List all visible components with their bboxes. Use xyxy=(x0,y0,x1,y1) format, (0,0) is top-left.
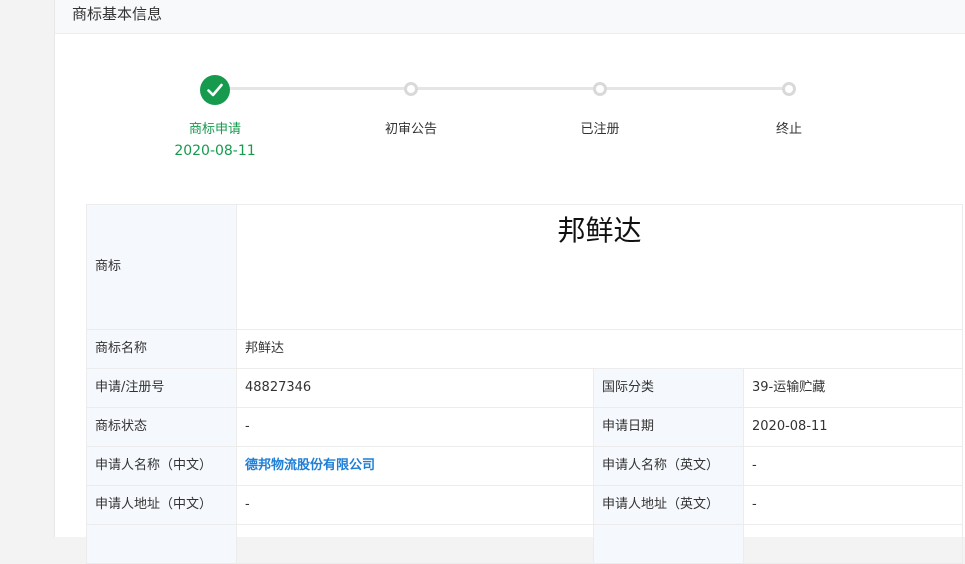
international-class-value: 39-运输贮藏 xyxy=(742,368,964,408)
section-title: 商标基本信息 xyxy=(72,5,163,23)
applicant-name-en-label: 申请人名称（英文） xyxy=(593,446,744,486)
step-dot-icon xyxy=(404,82,418,96)
application-date-label: 申请日期 xyxy=(593,407,744,447)
trademark-info-table: 商标 邦鲜达 商标名称 邦鲜达 申请/注册号 48827346 国际分类 39-… xyxy=(86,204,964,564)
trademark-name-label: 商标名称 xyxy=(86,329,237,369)
table-row: 申请/注册号 48827346 国际分类 39-运输贮藏 xyxy=(86,368,964,408)
table-row: 申请人名称（中文） 德邦物流股份有限公司 申请人名称（英文） - xyxy=(86,446,964,486)
registration-number-value: 48827346 xyxy=(236,368,594,408)
step-dot-icon xyxy=(782,82,796,96)
table-row: 商标 邦鲜达 xyxy=(86,204,964,330)
international-class-label: 国际分类 xyxy=(593,368,744,408)
progress-steps: 商标申请 2020-08-11 初审公告 已注册 终止 xyxy=(55,34,965,184)
progress-line xyxy=(228,87,790,90)
step-preliminary-announcement: 初审公告 xyxy=(341,34,481,184)
section-header: 商标基本信息 xyxy=(55,0,965,34)
trademark-label: 商标 xyxy=(86,204,237,330)
step-application: 商标申请 2020-08-11 xyxy=(145,34,285,184)
trademark-name-value: 邦鲜达 xyxy=(235,329,964,369)
step-date: 2020-08-11 xyxy=(174,143,256,159)
trademark-image: 邦鲜达 xyxy=(235,204,964,330)
check-circle-icon xyxy=(200,75,230,105)
trademark-image-text: 邦鲜达 xyxy=(557,214,642,247)
trademark-status-value: - xyxy=(236,407,594,447)
table-row: 商标状态 - 申请日期 2020-08-11 xyxy=(86,407,964,447)
applicant-name-en-value: - xyxy=(742,446,964,486)
applicant-name-cn-label: 申请人名称（中文） xyxy=(86,446,237,486)
applicant-address-en-value: - xyxy=(742,485,964,525)
table-row: 商标名称 邦鲜达 xyxy=(86,329,964,369)
applicant-name-cn-link[interactable]: 德邦物流股份有限公司 xyxy=(245,458,375,473)
step-label: 商标申请 xyxy=(188,122,241,137)
applicant-name-cn-cell: 德邦物流股份有限公司 xyxy=(236,446,594,486)
trademark-info-page: 商标基本信息 商标申请 2020-08-11 初审公告 已注册 终止 商标 邦鲜… xyxy=(54,0,965,564)
step-registered: 已注册 xyxy=(530,34,670,184)
step-label: 终止 xyxy=(775,122,802,137)
applicant-address-cn-label: 申请人地址（中文） xyxy=(86,485,237,525)
trademark-status-label: 商标状态 xyxy=(86,407,237,447)
step-terminated: 终止 xyxy=(719,34,859,184)
step-label: 初审公告 xyxy=(384,122,437,137)
table-row xyxy=(86,524,964,564)
applicant-address-en-label: 申请人地址（英文） xyxy=(593,485,744,525)
registration-number-label: 申请/注册号 xyxy=(86,368,237,408)
application-date-value: 2020-08-11 xyxy=(742,407,964,447)
step-label: 已注册 xyxy=(580,122,620,137)
step-dot-icon xyxy=(593,82,607,96)
applicant-address-cn-value: - xyxy=(236,485,594,525)
table-row: 申请人地址（中文） - 申请人地址（英文） - xyxy=(86,485,964,525)
